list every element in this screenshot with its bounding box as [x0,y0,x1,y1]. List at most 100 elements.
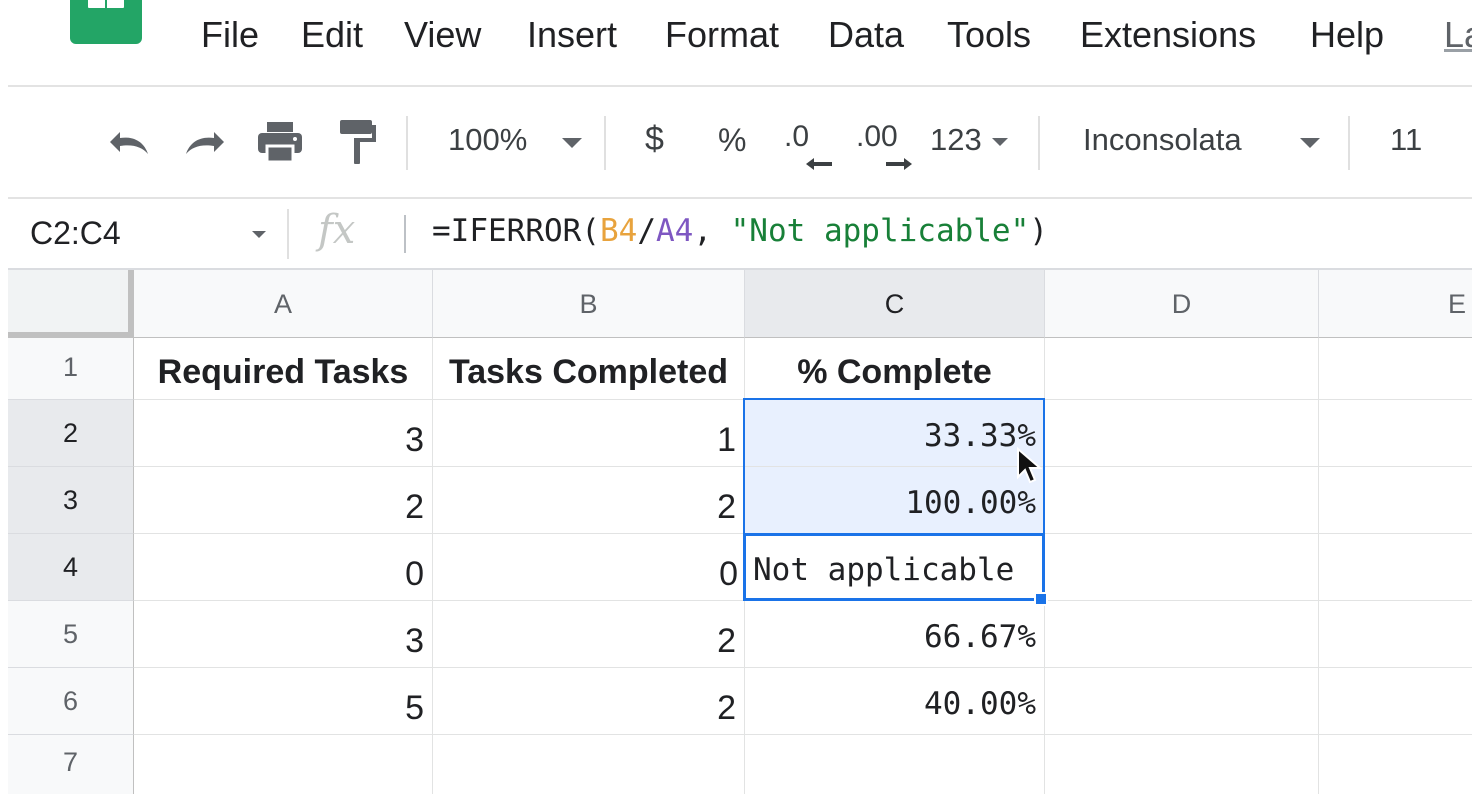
spreadsheet-grid: A B C D E 1 2 3 4 5 6 7 Required Tasks T… [0,270,1472,794]
cell-c5[interactable]: 66.67% [745,601,1045,668]
fill-handle[interactable] [1034,592,1048,606]
cell-e2[interactable] [1319,400,1472,467]
row-header-5[interactable]: 5 [8,601,134,668]
cell-e6[interactable] [1319,668,1472,735]
cell-c4[interactable]: Not applicable [745,534,1045,601]
formula-comma: , [693,213,731,249]
font-size-input[interactable]: 11 [1390,122,1422,158]
cell-c2[interactable]: 33.33% [745,400,1045,467]
cell-a6[interactable]: 5 [134,668,433,735]
menu-format[interactable]: Format [665,14,779,56]
cell-e5[interactable] [1319,601,1472,668]
currency-format-button[interactable]: $ [645,120,664,159]
toolbar-separator [604,116,606,170]
row-header-3[interactable]: 3 [8,467,134,534]
menu-help[interactable]: Help [1310,14,1384,56]
menu-edit[interactable]: Edit [301,14,363,56]
toolbar-separator [406,116,408,170]
zoom-select[interactable]: 100% [448,122,527,158]
more-formats-button[interactable]: 123 [930,122,982,158]
more-formats-caret-icon[interactable] [992,138,1008,146]
cell-a2[interactable]: 3 [134,400,433,467]
cell-b6[interactable]: 2 [433,668,745,735]
paint-format-icon[interactable] [336,116,380,168]
menubar-divider [8,85,1472,87]
column-header-e[interactable]: E [1319,270,1472,338]
formula-separator [287,209,289,259]
name-box-caret-icon[interactable] [252,231,266,238]
cell-d6[interactable] [1045,668,1319,735]
formula-bar: C2:C4 fx =IFERROR(B4/A4, "Not applicable… [0,199,1472,270]
column-header-c[interactable]: C [745,270,1045,338]
font-family-select[interactable]: Inconsolata [1083,122,1242,158]
cell-c3[interactable]: 100.00% [745,467,1045,534]
column-header-b[interactable]: B [433,270,745,338]
cell-e7[interactable] [1319,735,1472,794]
cell-d2[interactable] [1045,400,1319,467]
cell-d5[interactable] [1045,601,1319,668]
redo-icon[interactable] [178,120,234,164]
cell-b5[interactable]: 2 [433,601,745,668]
cell-c7[interactable] [745,735,1045,794]
cell-d1[interactable] [1045,338,1319,400]
cell-c6[interactable]: 40.00% [745,668,1045,735]
formula-ref-b4: B4 [599,213,638,249]
cell-a1[interactable]: Required Tasks [134,338,433,400]
increase-decimal-button[interactable]: .00 [856,118,920,178]
cell-e4[interactable] [1319,534,1472,601]
column-header-a[interactable]: A [134,270,433,338]
cell-b2[interactable]: 1 [433,400,745,467]
column-header-d[interactable]: D [1045,270,1319,338]
fx-icon: fx [318,207,356,253]
undo-icon[interactable] [100,120,156,164]
formula-string: "Not applicable" [730,213,1030,249]
cell-d3[interactable] [1045,467,1319,534]
cell-e3[interactable] [1319,467,1472,534]
font-family-caret-icon[interactable] [1300,138,1320,148]
formula-input[interactable]: =IFERROR(B4/A4, "Not applicable") [432,213,1048,249]
cell-a7[interactable] [134,735,433,794]
menu-extensions[interactable]: Extensions [1080,14,1256,56]
zoom-caret-icon[interactable] [562,138,582,148]
select-all-corner[interactable] [8,270,134,338]
row-header-6[interactable]: 6 [8,668,134,735]
increase-decimal-label: .00 [856,120,898,153]
cell-a4[interactable]: 0 [134,534,433,601]
name-box[interactable]: C2:C4 [30,215,121,252]
menu-view[interactable]: View [404,14,481,56]
menu-insert[interactable]: Insert [527,14,617,56]
toolbar-separator [1038,116,1040,170]
sheets-logo-icon[interactable] [70,0,142,44]
cell-d7[interactable] [1045,735,1319,794]
cell-e1[interactable] [1319,338,1472,400]
formula-ref-a4: A4 [655,213,694,249]
print-icon[interactable] [255,118,305,166]
arrow-right-icon [886,158,912,170]
arrow-left-icon [806,158,832,170]
formula-slash: / [637,213,656,249]
formula-prefix: =IFERROR( [432,213,600,249]
toolbar: 100% $ % .0 .00 123 Inconsolata 11 [0,88,1472,199]
cell-c1[interactable]: % Complete [745,338,1045,400]
last-edit-link[interactable]: La [1444,14,1472,56]
menu-data[interactable]: Data [828,14,904,56]
cell-a5[interactable]: 3 [134,601,433,668]
mouse-pointer-icon [1016,446,1043,492]
cell-b1[interactable]: Tasks Completed [433,338,745,400]
row-header-4[interactable]: 4 [8,534,134,601]
cell-b3[interactable]: 2 [433,467,745,534]
decrease-decimal-label: .0 [784,120,810,153]
row-header-1[interactable]: 1 [8,338,134,400]
cell-d4[interactable] [1045,534,1319,601]
menu-file[interactable]: File [201,14,259,56]
toolbar-separator [1348,116,1350,170]
percent-format-button[interactable]: % [718,122,746,159]
cell-a3[interactable]: 2 [134,467,433,534]
decrease-decimal-button[interactable]: .0 [784,118,838,178]
row-header-7[interactable]: 7 [8,735,134,794]
cell-b7[interactable] [433,735,745,794]
row-header-2[interactable]: 2 [8,400,134,467]
formula-suffix: ) [1029,213,1048,249]
cell-b4[interactable]: 0 [433,534,745,601]
menu-tools[interactable]: Tools [947,14,1031,56]
